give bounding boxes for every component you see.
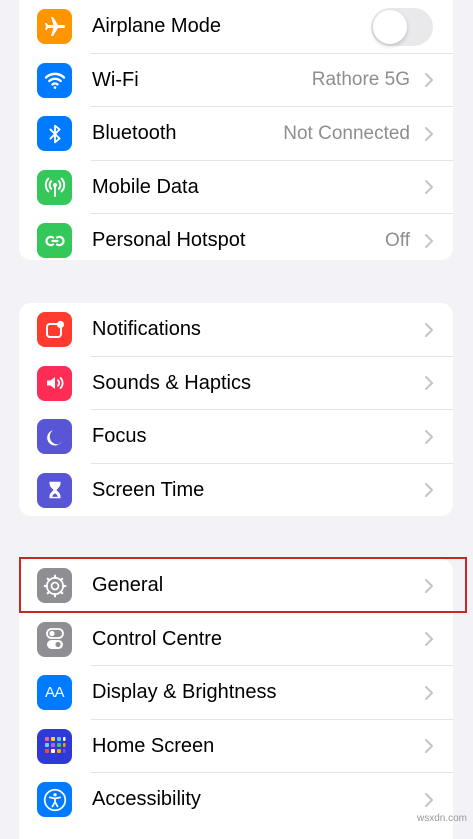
control-centre-row[interactable]: Control Centre: [19, 613, 453, 667]
antenna-icon: [37, 169, 72, 205]
personal-hotspot-row[interactable]: Personal Hotspot Off: [19, 214, 453, 260]
wifi-icon: [37, 62, 72, 98]
bluetooth-row[interactable]: Bluetooth Not Connected: [19, 107, 453, 161]
general-settings-group: General Control Centre AA Display & Brig…: [19, 559, 453, 839]
screen-time-row[interactable]: Screen Time: [19, 464, 453, 517]
personal-hotspot-label: Personal Hotspot: [92, 229, 246, 252]
wifi-label: Wi-Fi: [92, 68, 139, 91]
moon-icon: [37, 419, 72, 455]
accessibility-label: Accessibility: [92, 788, 201, 811]
bluetooth-icon: [37, 116, 72, 152]
mobile-data-row[interactable]: Mobile Data: [19, 161, 453, 215]
screen-time-label: Screen Time: [92, 478, 205, 501]
wifi-network-value: Rathore 5G: [311, 69, 410, 91]
accessibility-person-icon: [37, 782, 72, 818]
display-brightness-row[interactable]: AA Display & Brightness: [19, 666, 453, 720]
notifications-settings-group: Notifications Sounds & Haptics Focus Scr…: [19, 303, 453, 516]
chevron-right-icon: [425, 792, 433, 807]
home-screen-row[interactable]: Home Screen: [19, 720, 453, 774]
chevron-right-icon: [425, 126, 433, 141]
control-centre-label: Control Centre: [92, 627, 223, 650]
hotspot-status-value: Off: [385, 229, 410, 251]
chevron-right-icon: [425, 376, 433, 391]
notification-bell-icon: [37, 312, 72, 348]
toggle-knob: [373, 9, 407, 44]
chevron-right-icon: [425, 739, 433, 754]
chevron-right-icon: [425, 483, 433, 498]
home-screen-label: Home Screen: [92, 734, 215, 757]
sounds-haptics-row[interactable]: Sounds & Haptics: [19, 357, 453, 411]
bluetooth-status-value: Not Connected: [283, 122, 410, 144]
chevron-right-icon: [425, 180, 433, 195]
watermark-text: wsxdn.com: [416, 813, 467, 824]
chevron-right-icon: [425, 73, 433, 88]
chevron-right-icon: [425, 233, 433, 248]
airplane-mode-toggle[interactable]: [371, 7, 433, 46]
notifications-label: Notifications: [92, 318, 201, 341]
chevron-right-icon: [425, 429, 433, 444]
notifications-row[interactable]: Notifications: [19, 303, 453, 357]
chevron-right-icon: [425, 632, 433, 647]
gear-icon: [37, 568, 72, 604]
general-label: General: [92, 574, 164, 597]
wifi-row[interactable]: Wi-Fi Rathore 5G: [19, 54, 453, 108]
speaker-icon: [37, 365, 72, 401]
connectivity-settings-group: Airplane Mode Wi-Fi Rathore 5G Bluetooth…: [19, 0, 453, 260]
display-brightness-label: Display & Brightness: [92, 681, 277, 704]
accessibility-row[interactable]: Accessibility: [19, 773, 453, 827]
toggles-icon: [37, 621, 72, 657]
sounds-haptics-label: Sounds & Haptics: [92, 371, 251, 394]
chevron-right-icon: [425, 685, 433, 700]
focus-row[interactable]: Focus: [19, 410, 453, 464]
hourglass-icon: [37, 472, 72, 508]
app-grid-icon: [37, 728, 72, 764]
bluetooth-label: Bluetooth: [92, 122, 177, 145]
mobile-data-label: Mobile Data: [92, 175, 199, 198]
chevron-right-icon: [425, 578, 433, 593]
chevron-right-icon: [425, 322, 433, 337]
airplane-icon: [37, 9, 72, 45]
text-size-icon: AA: [37, 675, 72, 711]
airplane-mode-label: Airplane Mode: [92, 15, 221, 38]
airplane-mode-row[interactable]: Airplane Mode: [19, 0, 453, 54]
hotspot-link-icon: [37, 223, 72, 259]
focus-label: Focus: [92, 425, 147, 448]
general-row[interactable]: General: [19, 559, 453, 613]
